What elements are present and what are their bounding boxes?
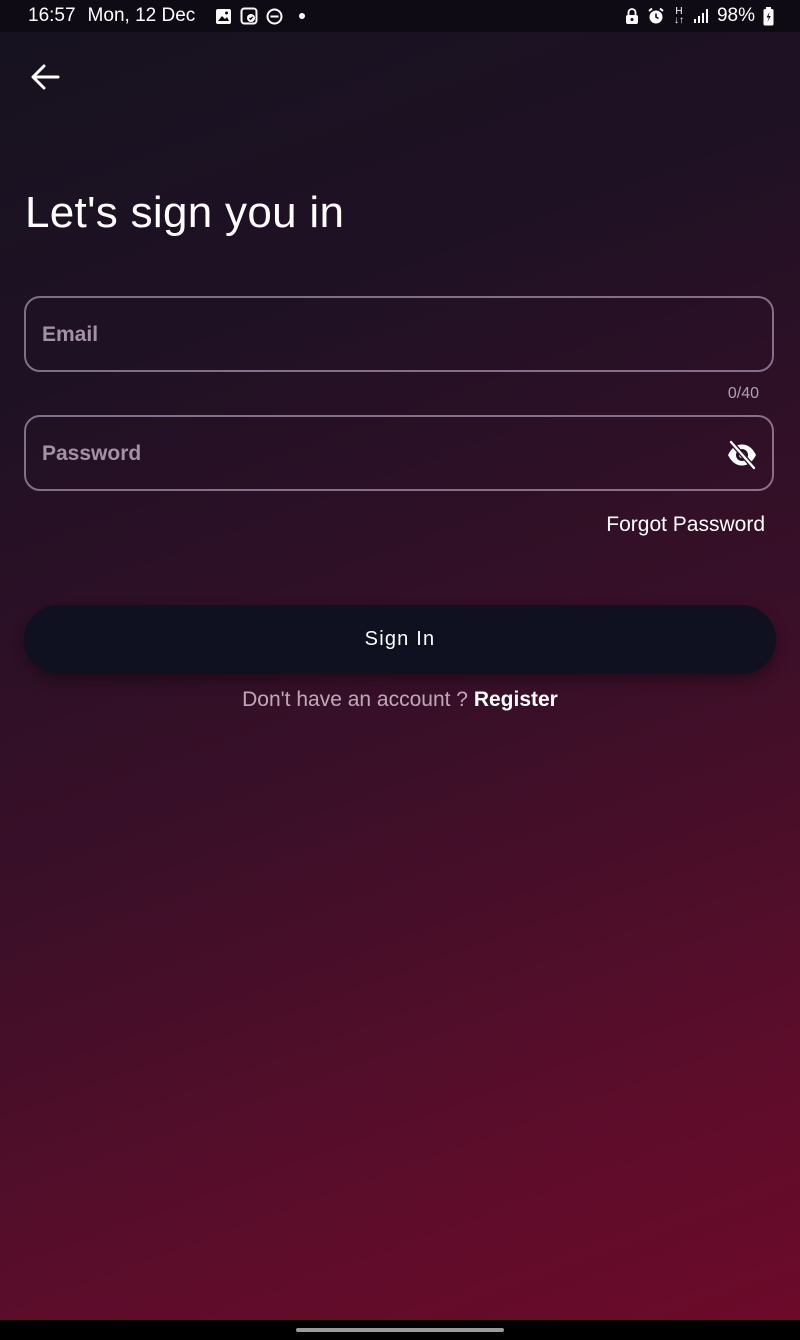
status-bar: 16:57 Mon, 12 Dec H ↓↑ 98% [0, 0, 800, 32]
screenshot-icon [240, 7, 258, 25]
gallery-icon [215, 8, 232, 25]
status-time: 16:57 [28, 5, 76, 26]
register-row: Don't have an account ? Register [0, 688, 800, 712]
status-left: 16:57 Mon, 12 Dec [28, 5, 306, 27]
sign-in-button[interactable]: Sign In [24, 605, 776, 674]
page-title: Let's sign you in [25, 188, 345, 237]
email-field-container [24, 296, 774, 372]
email-character-counter: 0/40 [727, 385, 759, 402]
eye-off-icon [728, 440, 756, 470]
battery-percentage: 98% [716, 5, 755, 26]
lock-icon [625, 7, 639, 25]
network-type-label: H [675, 6, 683, 17]
register-prompt: Don't have an account ? [242, 688, 468, 711]
battery-icon [763, 6, 774, 26]
status-icons-left [215, 7, 306, 25]
email-input[interactable] [40, 298, 724, 372]
back-button[interactable] [22, 54, 68, 100]
home-indicator[interactable] [296, 1328, 504, 1332]
alarm-icon [647, 7, 665, 25]
status-date: Mon, 12 Dec [87, 5, 196, 26]
network-type-icon: H ↓↑ [673, 6, 684, 26]
password-field-container [24, 415, 774, 491]
do-not-disturb-icon [266, 8, 283, 25]
status-right: H ↓↑ 98% [625, 5, 774, 27]
password-visibility-toggle[interactable] [726, 439, 758, 471]
forgot-password-link[interactable]: Forgot Password [606, 513, 765, 537]
password-input[interactable] [40, 417, 724, 491]
arrow-left-icon [31, 64, 60, 90]
sign-in-screen: 16:57 Mon, 12 Dec H ↓↑ 98% Let's sign yo… [0, 0, 800, 1340]
signal-icon [693, 8, 709, 24]
notification-dot-icon [299, 13, 306, 19]
navigation-bar [0, 1320, 800, 1340]
register-link[interactable]: Register [474, 688, 558, 711]
